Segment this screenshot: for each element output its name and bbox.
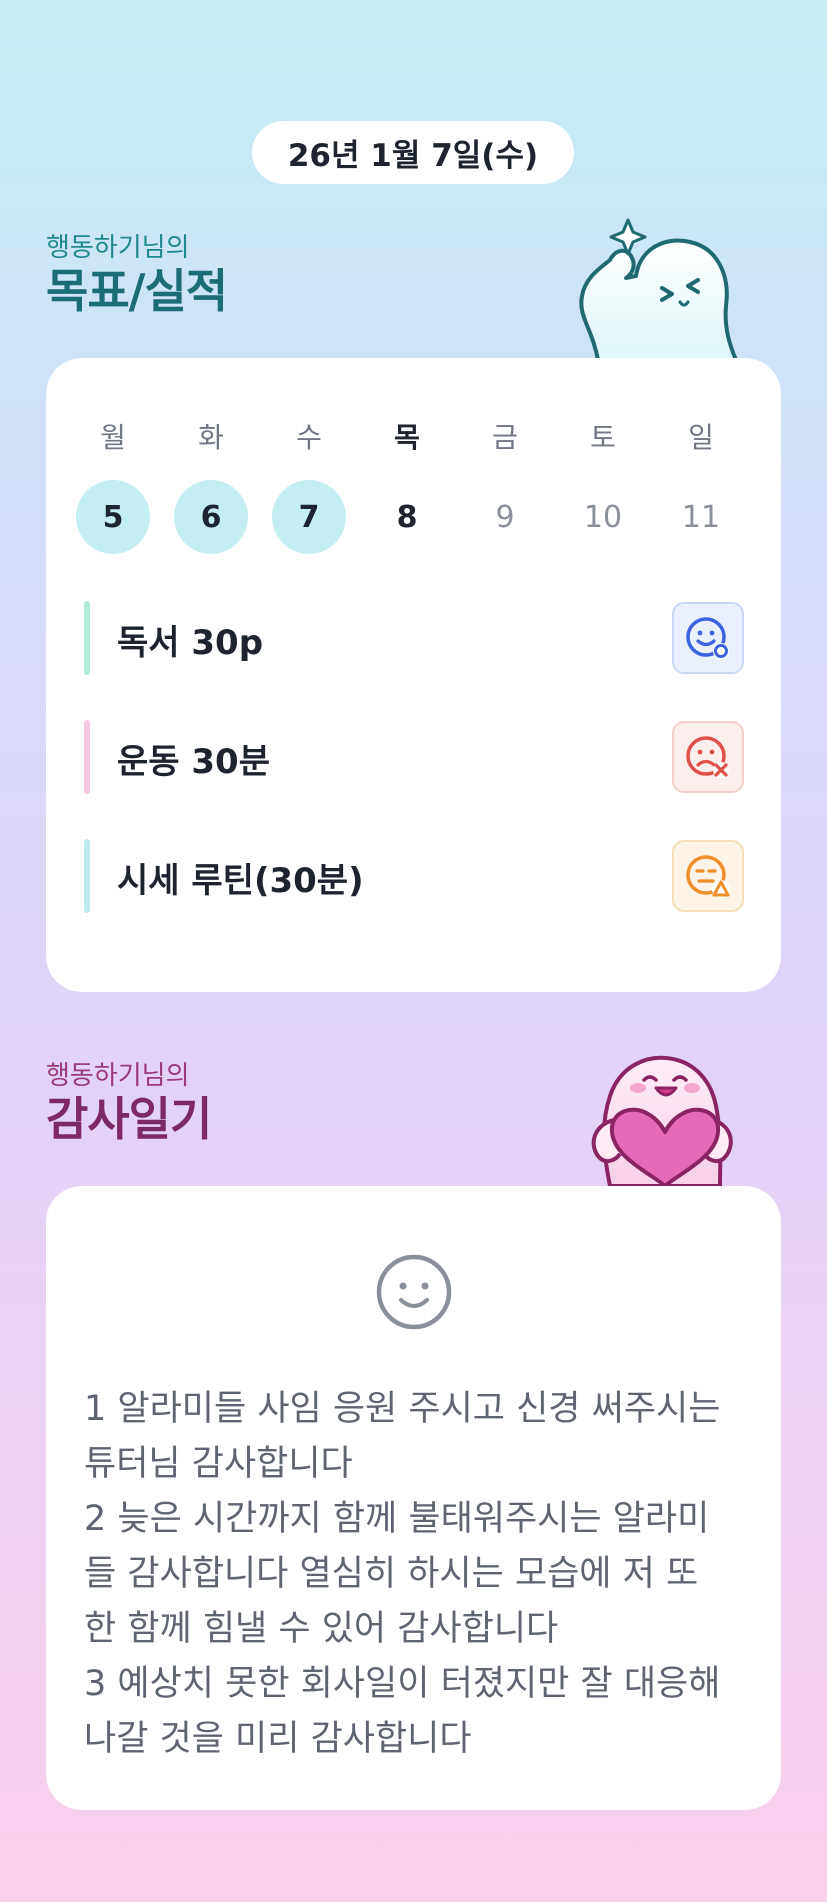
- ghost-mascot-illustration: [579, 218, 738, 360]
- day-number[interactable]: 6: [174, 480, 248, 554]
- day-label: 화: [198, 421, 224, 454]
- day-thursday[interactable]: 목 8: [370, 418, 444, 554]
- day-wednesday[interactable]: 수 7: [272, 418, 346, 554]
- goal-item[interactable]: 독서 30p: [84, 601, 744, 675]
- goal-section-header: 행동하기님의 목표/실적: [46, 232, 228, 318]
- day-label: 일: [688, 421, 714, 454]
- day-label: 금: [492, 421, 518, 454]
- goal-status-mid-button[interactable]: [672, 840, 744, 912]
- thanks-owner-label: 행동하기님의: [46, 1061, 190, 1091]
- neutral-triangle-icon: [686, 855, 730, 898]
- date-display[interactable]: 26년 1월 7일(수): [252, 121, 574, 184]
- goal-status-bad-button[interactable]: [672, 721, 744, 793]
- goal-owner-label: 행동하기님의: [46, 233, 190, 263]
- goal-status-good-button[interactable]: [672, 602, 744, 674]
- day-number[interactable]: 10: [566, 480, 640, 554]
- day-label: 목: [394, 421, 420, 454]
- goal-section-title: 목표/실적: [46, 264, 228, 318]
- day-number[interactable]: 11: [664, 480, 738, 554]
- goal-color-bar: [84, 720, 90, 794]
- goal-text: 독서 30p: [117, 623, 264, 663]
- day-number[interactable]: 7: [272, 480, 346, 554]
- day-tuesday[interactable]: 화 6: [174, 418, 248, 554]
- heart-mascot-illustration: [591, 1055, 733, 1186]
- sad-x-icon: [686, 736, 729, 778]
- thanks-diary-card: 1 알라미들 사임 응원 주시고 신경 써주시는 튜터님 감사합니다 2 늦은 …: [46, 1186, 781, 1810]
- day-monday[interactable]: 월 5: [76, 418, 150, 554]
- day-friday[interactable]: 금 9: [468, 418, 542, 554]
- goal-item[interactable]: 시세 루틴(30분): [84, 839, 744, 913]
- day-label: 토: [590, 421, 616, 454]
- goal-item[interactable]: 운동 30분: [84, 720, 744, 794]
- day-number[interactable]: 5: [76, 480, 150, 554]
- goal-color-bar: [84, 839, 90, 913]
- day-sunday[interactable]: 일 11: [664, 418, 738, 554]
- day-label: 월: [100, 421, 126, 454]
- goal-card: 월 5 화 6 수 7 목 8 금 9 토 10 일 11 독서 30p 운동 …: [46, 358, 781, 992]
- thanks-section-header: 행동하기님의 감사일기: [46, 1060, 212, 1146]
- diary-text: 1 알라미들 사임 응원 주시고 신경 써주시는 튜터님 감사합니다 2 늦은 …: [84, 1389, 721, 1759]
- thanks-section-title: 감사일기: [46, 1092, 212, 1146]
- day-saturday[interactable]: 토 10: [566, 418, 640, 554]
- day-number[interactable]: 8: [370, 480, 444, 554]
- goal-text: 운동 30분: [117, 742, 270, 782]
- smiley-icon: [376, 1254, 452, 1330]
- day-number[interactable]: 9: [468, 480, 542, 554]
- smile-check-icon: [686, 617, 729, 659]
- goal-color-bar: [84, 601, 90, 675]
- day-label: 수: [296, 421, 322, 454]
- goal-text: 시세 루틴(30분): [117, 861, 364, 901]
